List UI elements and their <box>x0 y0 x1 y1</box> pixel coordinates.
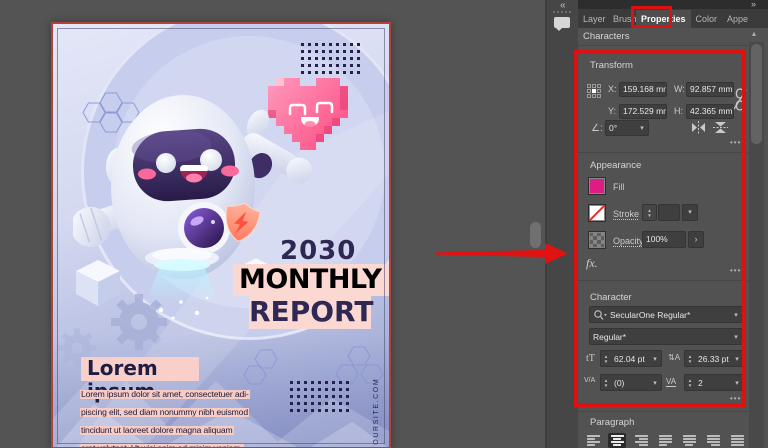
chevron-down-icon[interactable]: ▾ <box>731 379 743 387</box>
appearance-section-title: Appearance <box>590 160 641 171</box>
chevron-down-icon[interactable]: ▾ <box>649 379 661 387</box>
reference-point-icon[interactable] <box>587 84 601 98</box>
stroke-weight-input[interactable] <box>658 204 680 221</box>
scroll-up-icon[interactable]: ▴ <box>752 29 756 38</box>
flip-vertical-icon[interactable] <box>713 121 728 134</box>
tab-brushes[interactable]: Brush <box>608 10 636 28</box>
poster-body-text: Lorem ipsum dolor sit amet, consectetuer… <box>80 384 240 448</box>
align-left-button[interactable] <box>584 433 602 448</box>
align-right-button[interactable] <box>632 433 650 448</box>
kerning-stepper[interactable]: ▲▼ <box>601 375 611 390</box>
font-size-icon: tT <box>586 353 595 364</box>
chevron-down-icon[interactable]: ▾ <box>729 311 743 319</box>
unlink-proportions-icon[interactable] <box>733 88 747 112</box>
kerning-select[interactable]: ▲▼ (0) ▾ <box>600 374 662 391</box>
x-input[interactable]: 159.168 mm <box>619 82 667 97</box>
tracking-select[interactable]: ▲▼ 2 ▾ <box>684 374 744 391</box>
poster-website: YOURSITE.COM <box>373 381 380 448</box>
dot-grid-bottom-right <box>290 381 349 412</box>
justify-center-button[interactable] <box>680 433 698 448</box>
chevron-down-icon[interactable]: ▾ <box>729 333 743 341</box>
tracking-icon: VA <box>666 377 676 387</box>
font-size-select[interactable]: ▲▼ 62.04 pt ▾ <box>600 350 662 367</box>
stroke-label[interactable]: Stroke <box>613 209 639 219</box>
kerning-icon: V/A <box>584 377 595 384</box>
justify-left-button[interactable] <box>656 433 674 448</box>
character-more-options[interactable]: ••• <box>730 394 741 403</box>
transform-section-title: Transform <box>590 60 633 71</box>
divider <box>578 280 748 281</box>
expand-dock-icon[interactable]: » <box>751 0 756 9</box>
leading-select[interactable]: ▲▼ 26.33 pt ▾ <box>684 350 744 367</box>
divider <box>578 411 748 412</box>
dock-grip-icon[interactable] <box>553 11 571 13</box>
divider <box>578 45 748 46</box>
w-input[interactable]: 92.857 mm <box>686 82 734 97</box>
paragraph-align-buttons <box>584 433 746 448</box>
fill-label[interactable]: Fill <box>613 182 625 192</box>
font-family-select[interactable]: SecularOne Regular* ▾ <box>589 306 744 323</box>
w-label: W: <box>674 84 685 94</box>
font-size-stepper[interactable]: ▲▼ <box>601 351 611 366</box>
y-input[interactable]: 172.529 mm <box>619 104 667 119</box>
fx-effects-button[interactable]: fx. <box>586 256 598 271</box>
h-input[interactable]: 42.365 mm <box>686 104 734 119</box>
poster-year: 2030 <box>280 236 342 266</box>
fill-color-swatch[interactable] <box>588 177 606 195</box>
poster-title-report: REPORT <box>249 296 371 329</box>
panel-dock-strip <box>547 0 578 448</box>
justify-all-button[interactable] <box>728 433 746 448</box>
poster-artboard[interactable]: 2030 MONTHLY REPORT Lorem ipsum Lorem ip… <box>51 22 391 448</box>
panel-tab-bar: Layer Brush Properties Color Appe <box>578 9 768 28</box>
rotate-angle-select[interactable]: 0° ▾ <box>605 120 649 136</box>
panel-top-bar <box>578 0 768 9</box>
leading-stepper[interactable]: ▲▼ <box>685 351 695 366</box>
divider <box>578 152 748 153</box>
transform-more-options[interactable]: ••• <box>730 138 741 147</box>
justify-right-button[interactable] <box>704 433 722 448</box>
canvas-scrollbar-thumb[interactable] <box>530 222 541 248</box>
rotate-angle-icon: ∠: <box>591 123 603 134</box>
poster-heading: Lorem ipsum <box>81 357 199 381</box>
opacity-options-button[interactable]: › <box>688 231 704 248</box>
search-icon <box>593 309 607 321</box>
align-center-button[interactable] <box>608 433 626 448</box>
tab-color[interactable]: Color <box>691 10 723 28</box>
h-label: H: <box>674 106 683 116</box>
flip-horizontal-icon[interactable] <box>691 121 706 134</box>
tracking-stepper[interactable]: ▲▼ <box>685 375 695 390</box>
hexagon-cluster-bottom-mid <box>243 349 283 385</box>
tab-properties[interactable]: Properties <box>636 10 691 28</box>
chevron-down-icon[interactable]: ▾ <box>649 355 661 363</box>
comments-panel-icon-tail <box>556 28 562 34</box>
font-style-select[interactable]: Regular* ▾ <box>589 328 744 345</box>
stroke-weight-select[interactable]: ▾ <box>682 204 698 221</box>
stroke-color-swatch[interactable] <box>588 204 606 222</box>
document-canvas: 2030 MONTHLY REPORT Lorem ipsum Lorem ip… <box>0 0 546 448</box>
opacity-label[interactable]: Opacity <box>613 236 644 246</box>
tab-appearance[interactable]: Appe <box>722 10 752 28</box>
chevron-down-icon[interactable]: ▾ <box>636 124 648 132</box>
panel-scrollbar-thumb[interactable] <box>751 44 762 144</box>
x-label: X: <box>608 84 617 94</box>
opacity-swatch-icon[interactable] <box>588 231 606 249</box>
selection-type-header: Characters <box>583 31 629 42</box>
leading-icon: ⇅A <box>668 353 680 362</box>
comments-panel-icon[interactable] <box>554 17 570 28</box>
chevron-down-icon[interactable]: ▾ <box>731 355 743 363</box>
paragraph-section-title: Paragraph <box>590 417 634 428</box>
tab-layers[interactable]: Layer <box>578 10 608 28</box>
opacity-input[interactable]: 100% <box>642 231 686 248</box>
collapse-dock-icon[interactable]: « <box>560 0 566 11</box>
y-label: Y: <box>608 106 616 116</box>
character-section-title: Character <box>590 292 632 303</box>
poster-title-monthly: MONTHLY <box>233 264 389 296</box>
appearance-more-options[interactable]: ••• <box>730 266 741 275</box>
stroke-weight-stepper[interactable]: ▲▼ <box>642 204 657 221</box>
